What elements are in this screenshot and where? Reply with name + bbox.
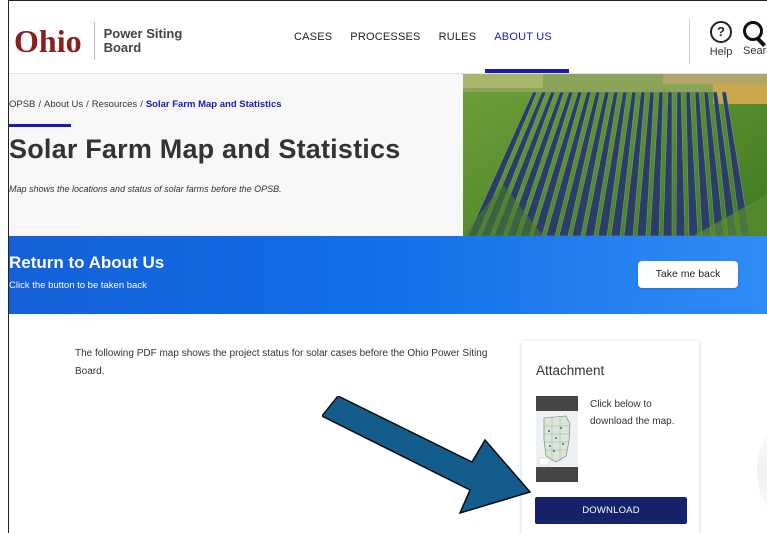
logo-agency-name: Power Siting Board bbox=[104, 27, 183, 55]
breadcrumb-about-us[interactable]: About Us bbox=[44, 99, 83, 110]
attachment-title: Attachment bbox=[536, 363, 605, 378]
solar-farm-photo bbox=[463, 74, 767, 236]
download-button[interactable]: DOWNLOAD bbox=[535, 497, 687, 524]
help-button[interactable]: ? Help bbox=[701, 21, 741, 58]
banner-title: Return to About Us bbox=[9, 253, 165, 272]
ohio-logo[interactable]: Ohio Power Siting Board bbox=[14, 21, 182, 61]
logo-divider bbox=[93, 22, 95, 60]
title-accent-bar bbox=[9, 124, 71, 127]
map-description: The following PDF map shows the project … bbox=[75, 348, 488, 377]
nav-processes[interactable]: PROCESSES bbox=[341, 1, 429, 73]
breadcrumb-current: Solar Farm Map and Statistics bbox=[145, 99, 282, 110]
return-banner: Return to About Us Click the button to b… bbox=[9, 236, 767, 314]
logo-line-2: Board bbox=[103, 40, 142, 55]
help-circle-icon: ? bbox=[710, 21, 732, 43]
breadcrumb-resources[interactable]: Resources bbox=[92, 99, 137, 110]
help-label: Help bbox=[709, 46, 733, 58]
banner-subtitle: Click the button to be taken back bbox=[9, 280, 147, 291]
logo-wordmark: Ohio bbox=[14, 22, 82, 59]
search-button[interactable]: Search bbox=[743, 21, 767, 57]
page-frame: Ohio Power Siting Board CASES PROCESSES … bbox=[8, 0, 767, 533]
decorative-shadow bbox=[757, 431, 767, 511]
main-nav: CASES PROCESSES RULES ABOUT US bbox=[285, 1, 569, 73]
nav-cases[interactable]: CASES bbox=[285, 1, 341, 73]
search-label: Search bbox=[743, 45, 767, 57]
hero-section: OPSB / About Us / Resources / Solar Farm Map a… bbox=[9, 74, 463, 236]
nav-about-us[interactable]: ABOUT US bbox=[485, 1, 569, 73]
arrow-pointer-icon bbox=[322, 396, 532, 515]
breadcrumb-opsb[interactable]: OPSB bbox=[9, 99, 35, 110]
search-icon bbox=[743, 21, 763, 41]
nav-rules[interactable]: RULES bbox=[430, 1, 486, 73]
page-subtitle: Map shows the locations and status of so… bbox=[9, 184, 282, 194]
site-header: Ohio Power Siting Board CASES PROCESSES … bbox=[9, 1, 767, 74]
header-divider bbox=[689, 19, 690, 63]
breadcrumb: OPSB / About Us / Resources / Solar Farm Map a… bbox=[9, 99, 282, 110]
map-thumbnail[interactable] bbox=[536, 396, 578, 482]
attachment-card: Attachment Click below to download the m… bbox=[522, 341, 699, 533]
logo-line-1: Power Siting bbox=[103, 26, 183, 41]
attachment-text: Click below to download the map. bbox=[590, 399, 675, 427]
page-title: Solar Farm Map and Statistics bbox=[9, 134, 401, 164]
take-me-back-button[interactable]: Take me back bbox=[638, 261, 738, 288]
